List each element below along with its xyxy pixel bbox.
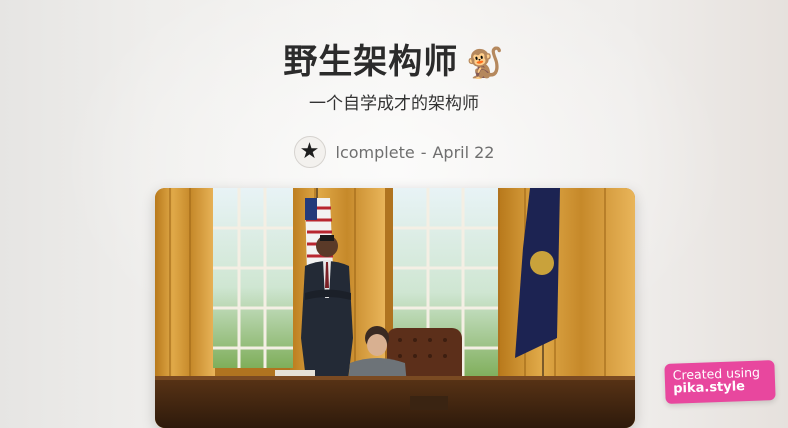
post-date: April 22	[432, 142, 495, 162]
meta-separator: -	[420, 142, 427, 162]
title-text: 野生架构师	[283, 42, 459, 82]
monkey-icon: 🐒	[466, 46, 505, 81]
author-avatar[interactable]: ★	[293, 136, 326, 168]
page-title: 野生架构师 🐒	[0, 34, 788, 83]
oval-office-photo	[155, 188, 635, 428]
subtitle: 一个自学成才的架构师	[309, 94, 479, 114]
pika-style-badge[interactable]: Created using pika.style	[664, 360, 776, 404]
badge-line-2: pika.style	[672, 378, 746, 397]
post-meta: ★ lcomplete - April 22	[0, 136, 788, 168]
author-date: lcomplete - April 22	[336, 143, 495, 162]
star-logo-icon: ★	[299, 139, 320, 164]
author-name[interactable]: lcomplete	[336, 143, 415, 162]
